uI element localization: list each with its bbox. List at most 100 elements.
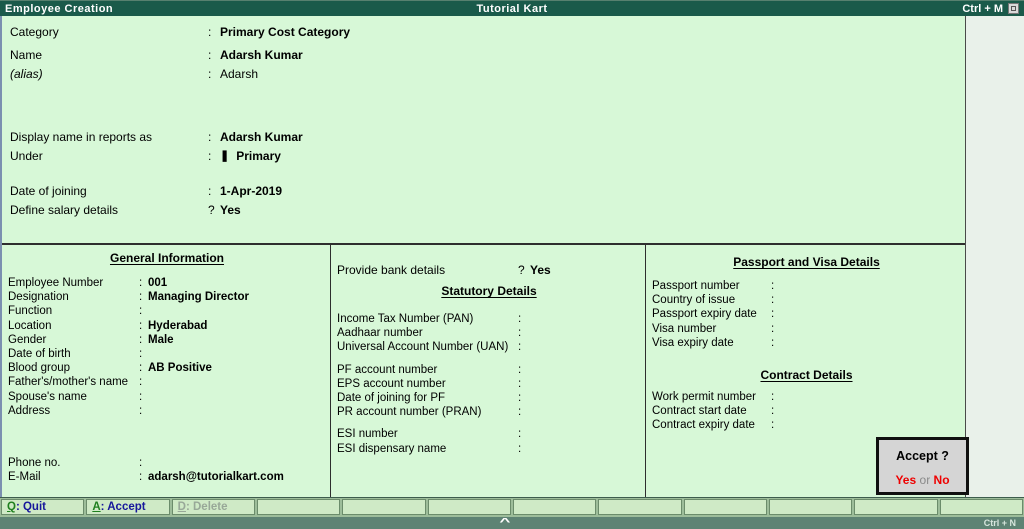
field-display-name: Display name in reports as : Adarsh Kuma… <box>10 128 965 147</box>
expand-caret-icon[interactable]: ^ <box>499 517 510 528</box>
field-label: Spouse's name <box>8 390 87 403</box>
window-title: Employee Creation <box>5 2 114 15</box>
accept-button[interactable]: A: Accept <box>86 499 170 515</box>
company-name: Tutorial Kart <box>476 2 548 15</box>
general-information-heading: General Information <box>109 251 225 265</box>
gender-value[interactable]: Male <box>148 333 174 347</box>
define-salary-value[interactable]: Yes <box>220 201 241 220</box>
window-title-bar: Employee Creation Tutorial Kart Ctrl + M <box>0 0 1024 16</box>
display-name-value[interactable]: Adarsh Kumar <box>220 128 303 147</box>
bottom-toolbar: Q: Quit A: Accept D: Delete <box>0 497 1024 517</box>
category-value[interactable]: Primary Cost Category <box>220 23 350 42</box>
field-separator: : <box>518 442 522 455</box>
right-panel <box>965 16 1024 497</box>
field-employee-number: Employee Number : 001 <box>8 276 326 290</box>
toolbar-empty-cell <box>512 499 597 515</box>
toolbar-empty-cell <box>598 499 682 515</box>
name-value[interactable]: Adarsh Kumar <box>220 46 303 65</box>
field-separator: : <box>139 456 143 469</box>
field-separator: : <box>139 404 143 417</box>
field-gender: Gender : Male <box>8 333 326 347</box>
field-separator: : <box>208 130 212 144</box>
field-pf-joining-date: Date of joining for PF : <box>337 391 641 405</box>
field-separator: : <box>518 428 522 441</box>
field-alias: (alias) : Adarsh <box>10 65 965 84</box>
field-work-permit: Work permit number : <box>652 390 961 404</box>
toolbar-empty-cell <box>768 499 853 515</box>
field-aadhaar: Aadhaar number : <box>337 326 641 340</box>
field-separator: : <box>208 25 212 39</box>
field-label: Under <box>10 149 43 163</box>
field-pf-account: PF account number : <box>337 363 641 377</box>
field-separator: : <box>139 347 143 360</box>
field-label: Date of joining <box>10 184 87 198</box>
field-label: Date of joining for PF <box>337 391 446 404</box>
toolbar-empty-cell <box>427 499 511 515</box>
field-label: Universal Account Number (UAN) <box>337 341 509 354</box>
field-separator: : <box>771 336 775 349</box>
field-separator: : <box>139 305 143 318</box>
workspace: Category : Primary Cost Category Name : … <box>0 16 1024 497</box>
field-eps-account: EPS account number : <box>337 377 641 391</box>
field-name: Name : Adarsh Kumar <box>10 46 965 65</box>
field-label: Provide bank details <box>337 263 446 277</box>
field-separator: : <box>518 327 522 340</box>
field-spouse-name: Spouse's name : <box>8 390 326 404</box>
field-label: Income Tax Number (PAN) <box>337 313 474 325</box>
field-separator: : <box>139 291 143 304</box>
field-separator: : <box>518 363 522 376</box>
field-separator: : <box>518 313 522 325</box>
location-value[interactable]: Hyderabad <box>148 319 207 333</box>
contract-details-heading: Contract Details <box>760 367 853 382</box>
quit-button[interactable]: Q: Quit <box>1 499 85 515</box>
blood-group-value[interactable]: AB Positive <box>148 361 212 375</box>
field-label: Name <box>10 48 43 62</box>
field-separator: : <box>771 308 775 321</box>
field-separator: : <box>139 362 143 375</box>
field-label: Category <box>10 25 59 39</box>
field-label: Aadhaar number <box>337 327 423 340</box>
employee-number-value[interactable]: 001 <box>148 276 167 290</box>
alias-value[interactable]: Adarsh <box>220 65 258 84</box>
toolbar-empty-cell <box>854 499 938 515</box>
accept-no-button[interactable]: No <box>934 473 950 487</box>
field-category: Category : Primary Cost Category <box>10 23 965 42</box>
field-uan: Universal Account Number (UAN) : <box>337 340 641 354</box>
delete-shortcut-key: D <box>177 501 186 513</box>
general-information-panel: General Information Employee Number : 00… <box>2 245 330 497</box>
field-label: Define salary details <box>10 203 119 217</box>
toolbar-empty-cell <box>683 499 767 515</box>
under-value[interactable]: Primary <box>236 147 281 166</box>
delete-button: D: Delete <box>171 499 255 515</box>
field-separator: : <box>771 322 775 335</box>
passport-visa-heading: Passport and Visa Details <box>733 255 880 269</box>
field-email: E-Mail : adarsh@tutorialkart.com <box>8 470 326 484</box>
field-father-mother-name: Father's/mother's name : <box>8 375 326 389</box>
field-visa-expiry: Visa expiry date : <box>652 336 961 350</box>
accept-yes-button[interactable]: Yes <box>895 473 916 487</box>
field-label: Father's/mother's name <box>8 376 129 389</box>
maximize-icon[interactable] <box>1008 3 1019 14</box>
list-selector-icon: ❚ <box>220 150 230 162</box>
accept-dialog: Accept ? Yes or No <box>876 437 969 495</box>
provide-bank-details-value[interactable]: Yes <box>530 263 551 278</box>
designation-value[interactable]: Managing Director <box>148 290 249 304</box>
field-separator: : <box>139 376 143 389</box>
field-blood-group: Blood group : AB Positive <box>8 361 326 375</box>
field-label: Blood group <box>8 362 71 375</box>
email-value[interactable]: adarsh@tutorialkart.com <box>148 470 284 484</box>
toolbar-empty-cell <box>939 499 1023 515</box>
field-separator: : <box>208 184 212 198</box>
field-separator: : <box>139 319 143 332</box>
field-date-of-birth: Date of birth : <box>8 347 326 361</box>
field-label: PF account number <box>337 363 438 376</box>
field-passport-number: Passport number : <box>652 279 961 293</box>
field-esi-number: ESI number : <box>337 427 641 441</box>
field-separator: : <box>518 406 522 419</box>
date-of-joining-value[interactable]: 1-Apr-2019 <box>220 182 282 201</box>
statutory-details-panel: Provide bank details ? Yes Statutory Det… <box>330 245 645 497</box>
delete-label: : Delete <box>185 501 228 513</box>
field-label: Address <box>8 404 51 417</box>
field-label: Visa number <box>652 322 717 335</box>
field-separator: : <box>518 377 522 390</box>
